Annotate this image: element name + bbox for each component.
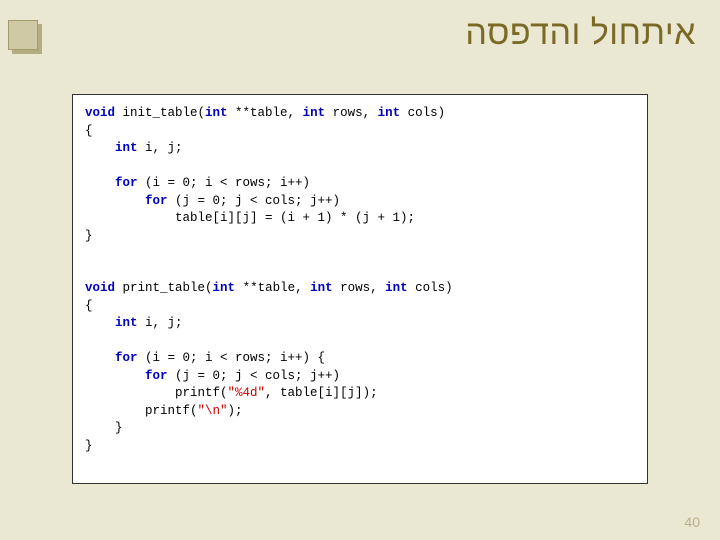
code-text <box>85 316 115 330</box>
code-text <box>85 369 145 383</box>
string-literal: "%4d" <box>228 386 266 400</box>
code-text: **table, <box>235 281 310 295</box>
string-literal: "\n" <box>198 404 228 418</box>
code-text <box>85 351 115 365</box>
code-text <box>85 211 175 225</box>
code-text: rows, <box>333 281 386 295</box>
keyword-for: for <box>145 194 168 208</box>
slide: איתחול והדפסה void init_table(int **tabl… <box>0 0 720 540</box>
code-text: printf( <box>145 404 198 418</box>
code-text: ); <box>228 404 243 418</box>
code-text: table[i][j] = (i + 1) * (j + 1); <box>175 211 415 225</box>
code-text: { <box>85 299 93 313</box>
keyword-int: int <box>213 281 236 295</box>
keyword-void: void <box>85 106 115 120</box>
keyword-int: int <box>378 106 401 120</box>
code-text: print_table( <box>115 281 213 295</box>
code-text: { <box>85 124 93 138</box>
code-text <box>85 194 145 208</box>
code-text: (i = 0; i < rows; i++) { <box>138 351 326 365</box>
decorative-square <box>8 20 38 50</box>
code-text: init_table( <box>115 106 205 120</box>
code-text: i, j; <box>138 316 183 330</box>
code-container: void init_table(int **table, int rows, i… <box>72 94 648 484</box>
code-text: (j = 0; j < cols; j++) <box>168 369 341 383</box>
keyword-int: int <box>115 316 138 330</box>
code-text: } <box>85 439 93 453</box>
code-text <box>85 404 145 418</box>
code-text: **table, <box>228 106 303 120</box>
code-text: rows, <box>325 106 378 120</box>
keyword-for: for <box>115 176 138 190</box>
code-text <box>85 421 115 435</box>
keyword-int: int <box>303 106 326 120</box>
keyword-for: for <box>145 369 168 383</box>
code-text: (j = 0; j < cols; j++) <box>168 194 341 208</box>
code-text: } <box>85 229 93 243</box>
keyword-int: int <box>385 281 408 295</box>
page-number: 40 <box>684 514 700 530</box>
slide-title: איתחול והדפסה <box>465 14 696 53</box>
code-text: (i = 0; i < rows; i++) <box>138 176 311 190</box>
code-text: i, j; <box>138 141 183 155</box>
code-text: cols) <box>408 281 453 295</box>
keyword-void: void <box>85 281 115 295</box>
keyword-int: int <box>115 141 138 155</box>
code-block: void init_table(int **table, int rows, i… <box>85 105 635 455</box>
code-text <box>85 141 115 155</box>
code-text <box>85 386 175 400</box>
code-text <box>85 176 115 190</box>
code-text: printf( <box>175 386 228 400</box>
keyword-int: int <box>310 281 333 295</box>
title-row: איתחול והדפסה <box>0 0 720 53</box>
keyword-for: for <box>115 351 138 365</box>
code-text: cols) <box>400 106 445 120</box>
code-text: , table[i][j]); <box>265 386 378 400</box>
keyword-int: int <box>205 106 228 120</box>
code-text: } <box>115 421 123 435</box>
